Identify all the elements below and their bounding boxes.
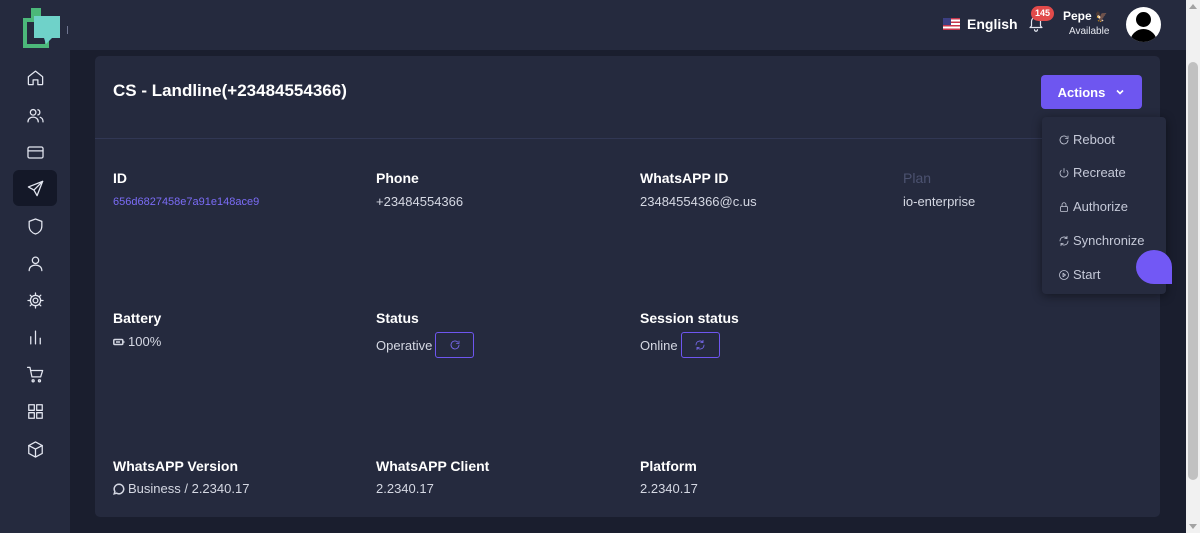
refresh-icon (450, 340, 460, 350)
whatsapp-id-label: WhatsAPP ID (640, 170, 729, 186)
gear-icon (26, 291, 44, 309)
menu-item-reboot[interactable]: Reboot (1058, 132, 1115, 147)
box-icon (27, 440, 43, 458)
whatsapp-version-text: Business / 2.2340.17 (128, 481, 250, 496)
refresh-status-button[interactable] (435, 332, 475, 358)
platform-value: 2.2340.17 (640, 481, 698, 496)
user-name[interactable]: Pepe 🦅 (1063, 9, 1107, 23)
sidebar-item-packages[interactable] (13, 431, 57, 467)
whatsapp-client-label: WhatsAPP Client (376, 458, 490, 474)
sidebar-item-billing[interactable] (13, 134, 57, 170)
session-status-value: Online (640, 332, 720, 358)
menu-item-start[interactable]: Start (1058, 267, 1100, 282)
user-emoji: 🦅 (1095, 12, 1108, 23)
whatsapp-id-value: 23484554366@c.us (640, 194, 757, 209)
battery-icon (113, 336, 125, 348)
actions-label: Actions (1057, 84, 1106, 100)
user-icon (28, 256, 42, 271)
plan-value: io-enterprise (903, 194, 976, 209)
menu-item-synchronize-label: Synchronize (1073, 233, 1145, 248)
avatar-body (1130, 29, 1157, 42)
scroll-down-arrow[interactable] (1189, 524, 1197, 529)
us-flag-icon (943, 18, 960, 30)
status-value-text: Operative (376, 337, 433, 353)
sidebar-item-contacts[interactable] (13, 97, 57, 133)
battery-value: 100% (113, 334, 161, 349)
status-value: Operative (376, 332, 475, 358)
users-icon (26, 108, 44, 122)
play-circle-icon (1059, 269, 1069, 280)
session-status-value-text: Online (640, 337, 678, 353)
sidebar-item-send[interactable] (13, 170, 57, 206)
device-card: CS - Landline(+23484554366) Actions ID 6… (95, 56, 1160, 517)
phone-value: +23484554366 (376, 194, 464, 209)
support-chat-button[interactable] (1136, 250, 1172, 284)
sync-icon (695, 339, 705, 351)
id-label: ID (113, 170, 127, 186)
notification-count-badge: 145 (1031, 6, 1055, 21)
id-value[interactable]: 656d6827458e7a91e148ace9 (113, 196, 259, 208)
user-status: Available (1069, 26, 1110, 37)
home-icon (27, 70, 43, 85)
sidebar-item-profile[interactable] (13, 245, 57, 281)
grid-icon (27, 403, 43, 419)
credit-card-icon (26, 145, 44, 159)
app-logo[interactable] (20, 6, 66, 52)
scrollbar-thumb[interactable] (1188, 62, 1198, 480)
menu-item-authorize-label: Authorize (1073, 199, 1128, 214)
scroll-up-arrow[interactable] (1189, 4, 1197, 9)
menu-item-reboot-label: Reboot (1073, 132, 1115, 147)
sidebar-item-settings[interactable] (13, 282, 57, 318)
device-title: CS - Landline(+23484554366) (113, 81, 347, 100)
plan-label: Plan (903, 170, 932, 186)
avatar[interactable] (1126, 7, 1161, 42)
refresh-icon (1059, 135, 1069, 144)
send-icon (27, 180, 43, 196)
topbar (70, 0, 1186, 50)
language-selector[interactable]: English (943, 16, 1018, 32)
battery-label: Battery (113, 310, 162, 326)
actions-dropdown-button[interactable]: Actions (1041, 75, 1142, 109)
whatsapp-version-value: Business / 2.2340.17 (113, 481, 249, 496)
menu-item-authorize[interactable]: Authorize (1058, 199, 1128, 214)
sync-session-button[interactable] (680, 332, 720, 358)
avatar-head (1136, 12, 1151, 27)
phone-label: Phone (376, 170, 419, 186)
status-label: Status (376, 310, 419, 326)
shield-icon (28, 217, 42, 235)
sidebar (0, 0, 70, 533)
sidebar-item-shop[interactable] (13, 356, 57, 392)
menu-item-recreate-label: Recreate (1073, 165, 1126, 180)
session-status-label: Session status (640, 310, 739, 326)
sidebar-item-apps[interactable] (13, 393, 57, 429)
language-label: English (967, 16, 1018, 32)
battery-value-text: 100% (128, 334, 162, 349)
logo-separator (67, 26, 68, 34)
cart-icon (26, 366, 43, 382)
whatsapp-version-label: WhatsAPP Version (113, 458, 239, 474)
menu-item-start-label: Start (1073, 267, 1101, 282)
menu-item-recreate[interactable]: Recreate (1058, 165, 1126, 180)
whatsapp-client-value: 2.2340.17 (376, 481, 434, 496)
card-divider (95, 138, 1160, 139)
platform-label: Platform (640, 458, 697, 474)
sidebar-item-home[interactable] (13, 59, 57, 95)
bar-chart-icon (29, 330, 41, 344)
sidebar-item-stats[interactable] (13, 319, 57, 355)
lock-icon (1060, 201, 1068, 212)
sidebar-item-security[interactable] (13, 208, 57, 244)
power-icon (1059, 167, 1069, 178)
user-name-text: Pepe (1063, 9, 1092, 23)
menu-item-synchronize[interactable]: Synchronize (1058, 233, 1145, 248)
sync-icon (1059, 235, 1069, 246)
chat-bubble-icon (113, 482, 125, 495)
chevron-down-icon (1115, 87, 1125, 97)
